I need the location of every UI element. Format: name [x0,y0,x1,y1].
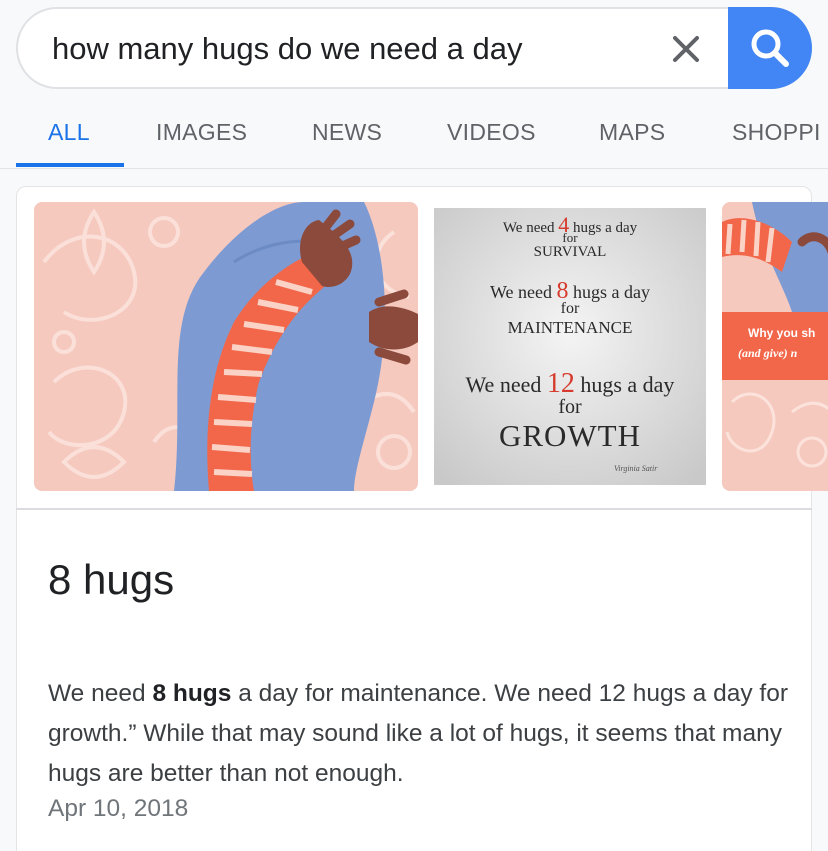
poster-signature: Virginia Satir [614,464,658,473]
image-result-hug-illustration[interactable] [34,202,418,491]
tab-videos[interactable]: VIDEOS [447,119,536,146]
poster-line3-suffix: hugs a day [580,372,675,397]
poster-line3-prefix: We need [465,372,542,397]
poster-line3-for: for [558,396,582,418]
tab-shopping[interactable]: SHOPPI [732,119,821,146]
snippet-text-start: We need [48,680,153,707]
clear-search-button[interactable] [666,29,706,69]
tab-news[interactable]: NEWS [312,119,382,146]
tab-all[interactable]: ALL [48,119,90,146]
search-box[interactable]: how many hugs do we need a day [16,7,812,89]
poster-line3-number: 12 [546,368,575,399]
answer-snippet: We need 8 hugs a day for maintenance. We… [48,674,788,794]
close-icon [673,36,699,62]
tab-maps[interactable]: MAPS [599,119,665,146]
poster-line2-word: MAINTENANCE [507,318,633,337]
active-tab-indicator [16,163,124,167]
search-input[interactable]: how many hugs do we need a day [52,31,522,67]
search-icon [751,29,789,67]
image3-caption-line1: Why you sh [748,326,816,340]
snippet-highlight: 8 hugs [152,680,232,707]
card-divider [16,508,812,510]
image-result-hugs-quote-poster[interactable]: We need 4 hugs a day for SURVIVAL We nee… [426,202,714,491]
search-button[interactable] [728,7,812,89]
poster-line2-suffix: hugs a day [573,282,650,302]
snippet-date: Apr 10, 2018 [48,795,189,822]
answer-title: 8 hugs [48,556,175,603]
image-result-why-hugs[interactable]: Why you sh (and give) n [722,202,828,491]
poster-line2-for: for [560,300,580,317]
search-tabs: ALL IMAGES NEWS VIDEOS MAPS SHOPPI [0,105,828,167]
tabs-divider [0,168,828,169]
image3-caption-line2: (and give) n [738,346,798,360]
image-carousel: We need 4 hugs a day for SURVIVAL We nee… [16,202,828,492]
poster-line3-word: GROWTH [498,418,642,453]
poster-line1-word: SURVIVAL [533,244,607,260]
poster-line2-prefix: We need [490,282,553,302]
tab-images[interactable]: IMAGES [156,119,247,146]
search-bar: how many hugs do we need a day [16,7,812,89]
